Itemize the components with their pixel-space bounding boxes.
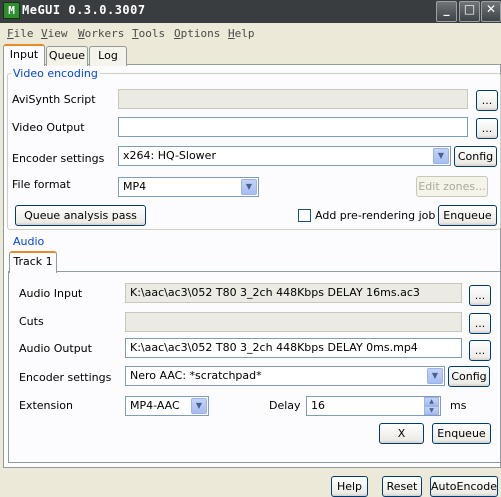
- tab-input[interactable]: Input: [3, 44, 45, 66]
- file-format-value: MP4: [123, 180, 147, 193]
- extension-label: Extension: [19, 399, 74, 412]
- spin-down-icon[interactable]: ▼: [424, 406, 439, 415]
- maximize-button[interactable]: □: [459, 1, 480, 22]
- app-icon: M: [3, 2, 20, 19]
- video-encoder-settings-label: Encoder settings: [12, 152, 105, 165]
- video-output-label: Video Output: [12, 121, 85, 134]
- edit-zones-button[interactable]: Edit zones...: [416, 176, 488, 197]
- spin-up-icon[interactable]: ▲: [424, 397, 439, 406]
- audio-encoder-select[interactable]: Nero AAC: *scratchpad* ▼: [125, 366, 445, 386]
- menu-options[interactable]: Options: [174, 27, 220, 40]
- audio-group-title: Audio: [11, 235, 47, 248]
- window-title: MeGUI 0.3.0.3007: [22, 3, 146, 17]
- delay-label: Delay: [269, 399, 301, 412]
- menu-file[interactable]: File: [7, 27, 34, 40]
- add-prerendering-label[interactable]: Add pre-rendering job: [315, 209, 435, 222]
- audio-clear-button[interactable]: X: [379, 423, 424, 444]
- cuts-label: Cuts: [19, 315, 44, 328]
- add-prerendering-checkbox[interactable]: [298, 209, 311, 222]
- help-button[interactable]: Help: [331, 476, 368, 497]
- cuts-browse-button[interactable]: ...: [469, 313, 491, 334]
- tab-queue[interactable]: Queue: [46, 46, 88, 66]
- audio-input-label: Audio Input: [19, 287, 83, 300]
- menu-help[interactable]: Help: [228, 27, 255, 40]
- audio-input-browse-button[interactable]: ...: [469, 285, 491, 306]
- delay-input[interactable]: 16 ▲ ▼: [306, 396, 441, 416]
- audio-output-browse-button[interactable]: ...: [469, 340, 491, 361]
- file-format-label: File format: [12, 178, 71, 191]
- video-encoding-title: Video encoding: [11, 67, 100, 80]
- tab-log[interactable]: Log: [89, 46, 127, 66]
- chevron-down-icon: ▼: [433, 148, 449, 164]
- minimize-button[interactable]: _: [436, 1, 457, 22]
- video-encoder-select[interactable]: x264: HQ-Slower ▼: [118, 146, 451, 166]
- cuts-field[interactable]: [125, 312, 462, 332]
- video-encoder-value: x264: HQ-Slower: [123, 149, 216, 162]
- menu-workers[interactable]: Workers: [78, 27, 124, 40]
- audio-enqueue-button[interactable]: Enqueue: [432, 423, 491, 444]
- audio-encoder-value: Nero AAC: *scratchpad*: [130, 369, 262, 382]
- delay-value: 16: [311, 399, 325, 412]
- audio-config-button[interactable]: Config: [448, 366, 490, 387]
- reset-button[interactable]: Reset: [382, 476, 422, 497]
- chevron-down-icon: ▼: [427, 368, 443, 384]
- avisynth-browse-button[interactable]: ...: [476, 90, 498, 111]
- video-config-button[interactable]: Config: [454, 146, 497, 167]
- avisynth-field[interactable]: [118, 89, 468, 109]
- audio-input-field[interactable]: K:\aac\ac3\052 T80 3_2ch 448Kbps DELAY 1…: [125, 283, 462, 303]
- video-output-browse-button[interactable]: ...: [476, 118, 498, 139]
- extension-value: MP4-AAC: [130, 399, 180, 412]
- file-format-select[interactable]: MP4 ▼: [118, 177, 259, 197]
- menu-tools[interactable]: Tools: [132, 27, 165, 40]
- audio-output-label: Audio Output: [19, 342, 92, 355]
- close-button[interactable]: ✕: [481, 1, 501, 22]
- queue-analysis-pass-button[interactable]: Queue analysis pass: [15, 205, 146, 226]
- delay-unit-label: ms: [450, 399, 467, 412]
- avisynth-label: AviSynth Script: [12, 93, 96, 106]
- tab-track-1[interactable]: Track 1: [9, 251, 57, 273]
- autoencode-button[interactable]: AutoEncode: [430, 476, 498, 497]
- audio-output-field[interactable]: K:\aac\ac3\052 T80 3_2ch 448Kbps DELAY 0…: [125, 338, 462, 358]
- chevron-down-icon: ▼: [191, 398, 207, 414]
- menu-view[interactable]: View: [41, 27, 68, 40]
- video-output-field[interactable]: [118, 117, 468, 137]
- chevron-down-icon: ▼: [241, 179, 257, 195]
- audio-encoder-settings-label: Encoder settings: [19, 371, 112, 384]
- extension-select[interactable]: MP4-AAC ▼: [125, 396, 209, 416]
- video-enqueue-button[interactable]: Enqueue: [438, 205, 497, 226]
